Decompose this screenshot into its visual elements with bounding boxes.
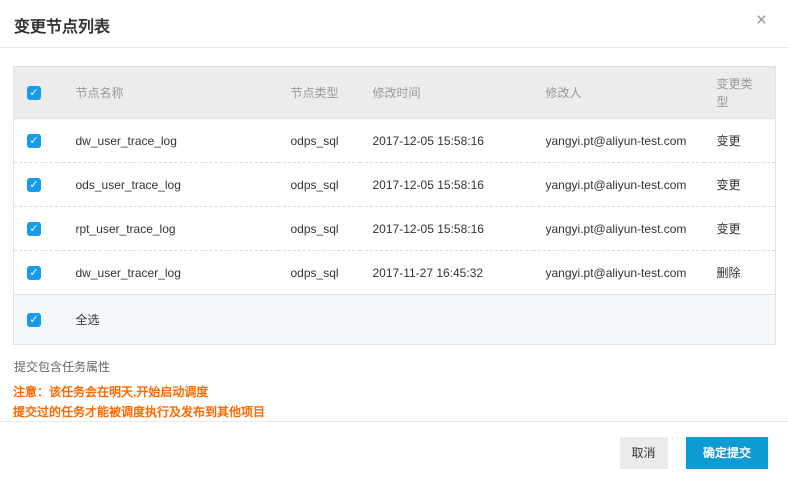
column-header-time: 修改时间	[359, 66, 533, 119]
column-header-type: 节点类型	[277, 66, 360, 119]
change-type: 变更	[703, 162, 776, 207]
node-name: ods_user_trace_log	[62, 162, 278, 207]
change-type: 变更	[703, 206, 776, 251]
table-header-row: ✓ 节点名称 节点类型 修改时间 修改人 变更类型	[13, 66, 776, 119]
modified-time: 2017-12-05 15:58:16	[359, 206, 533, 251]
warning-line-2: 提交过的任务才能被调度执行及发布到其他项目	[13, 405, 266, 419]
node-type: odps_sql	[290, 133, 339, 148]
warning-line-1: 注意：该任务会在明天,开始启动调度	[13, 385, 209, 399]
row-checkbox[interactable]: ✓	[27, 222, 41, 237]
select-all-label: 全选	[62, 294, 776, 345]
dialog-header: 变更节点列表 ×	[0, 0, 788, 48]
node-name: rpt_user_trace_log	[62, 206, 278, 251]
node-type: odps_sql	[277, 250, 360, 295]
row-checkbox[interactable]: ✓	[27, 266, 41, 281]
row-checkbox[interactable]: ✓	[27, 134, 41, 149]
node-name: dw_user_tracer_log	[62, 250, 278, 295]
change-type: 变更	[716, 133, 741, 148]
modified-time: 2017-11-27 16:45:32	[359, 250, 533, 295]
confirm-submit-button[interactable]: 确定提交	[685, 437, 768, 469]
dialog-title: 变更节点列表	[14, 19, 111, 36]
submit-attribute-note: 提交包含任务属性	[14, 360, 111, 374]
table-row: ✓ dw_user_trace_log odps_sql 2017-12-05 …	[13, 118, 776, 163]
dialog-body: ✓ 节点名称 节点类型 修改时间 修改人 变更类型 ✓ dw_user_trac…	[0, 48, 788, 422]
modifier: yangyi.pt@aliyun-test.com	[532, 206, 704, 251]
modifier: yangyi.pt@aliyun-test.com	[545, 133, 687, 148]
node-type: odps_sql	[277, 206, 360, 251]
modifier: yangyi.pt@aliyun-test.com	[532, 162, 704, 207]
modifier: yangyi.pt@aliyun-test.com	[532, 250, 704, 295]
column-header-name: 节点名称	[62, 66, 278, 119]
table-row: ✓ rpt_user_trace_log odps_sql 2017-12-05…	[13, 206, 776, 251]
table-row: ✓ ods_user_trace_log odps_sql 2017-12-05…	[13, 162, 776, 207]
change-node-list-dialog: 变更节点列表 × ✓ 节点名称 节点类型 修改时间 修改人 变更类型 ✓ dw_…	[0, 0, 788, 483]
table-row: ✓ dw_user_tracer_log odps_sql 2017-11-27…	[13, 250, 776, 295]
column-header-person: 修改人	[532, 66, 704, 119]
select-all-row: ✓ 全选	[13, 294, 776, 345]
node-name: dw_user_trace_log	[75, 133, 177, 148]
header-select-all-checkbox[interactable]: ✓	[27, 86, 41, 101]
node-type: odps_sql	[277, 162, 360, 207]
row-checkbox[interactable]: ✓	[27, 178, 41, 193]
column-header-change: 变更类型	[703, 66, 776, 119]
modified-time: 2017-12-05 15:58:16	[372, 133, 484, 148]
dialog-footer: 取消 确定提交	[0, 421, 788, 483]
select-all-checkbox[interactable]: ✓	[27, 313, 41, 328]
node-table: ✓ 节点名称 节点类型 修改时间 修改人 变更类型 ✓ dw_user_trac…	[13, 66, 776, 345]
warning-block: 注意：该任务会在明天,开始启动调度 提交过的任务才能被调度执行及发布到其他项目	[13, 382, 775, 422]
modified-time: 2017-12-05 15:58:16	[359, 162, 533, 207]
close-icon[interactable]: ×	[756, 11, 767, 30]
cancel-button[interactable]: 取消	[619, 437, 668, 469]
change-type: 删除	[703, 250, 776, 295]
